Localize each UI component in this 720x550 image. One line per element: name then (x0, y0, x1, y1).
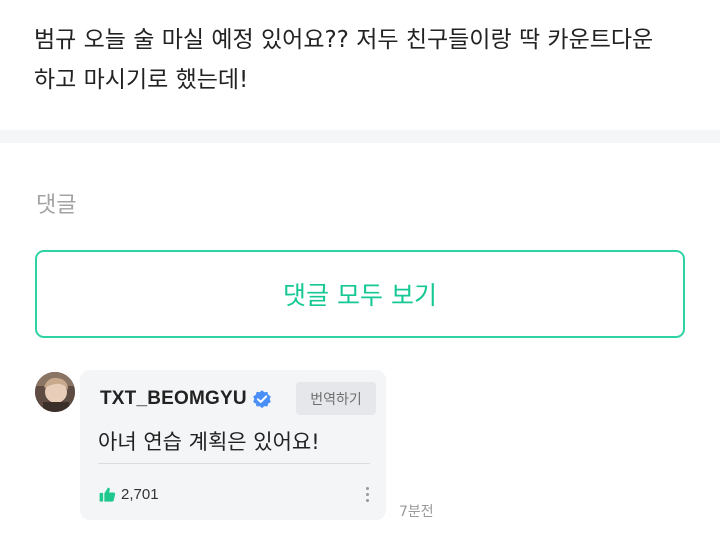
comment-timestamp: 7분전 (399, 504, 434, 520)
like-button[interactable]: 2,701 (98, 483, 159, 505)
comment-text: 아녀 연습 계획은 있어요! (98, 430, 320, 454)
like-count: 2,701 (121, 485, 159, 503)
avatar[interactable] (35, 372, 75, 412)
post-text: 범규 오늘 술 마실 예정 있어요?? 저두 친구들이랑 딱 카운트다운 하고 … (34, 27, 654, 93)
vertical-ellipsis-icon[interactable] (360, 483, 374, 505)
comment-divider (98, 463, 370, 464)
thumbs-up-icon (99, 487, 116, 502)
comments-heading: 댓글 (36, 193, 77, 218)
comment-bubble: TXT_BEOMGYU 번역하기 아녀 연습 계획은 있어요! 2,701 (80, 370, 386, 520)
view-all-comments-button[interactable]: 댓글 모두 보기 (35, 250, 685, 338)
section-divider (0, 130, 720, 143)
translate-button[interactable]: 번역하기 (296, 382, 376, 415)
comment-author[interactable]: TXT_BEOMGYU (100, 388, 247, 410)
verified-badge-icon (253, 390, 271, 409)
